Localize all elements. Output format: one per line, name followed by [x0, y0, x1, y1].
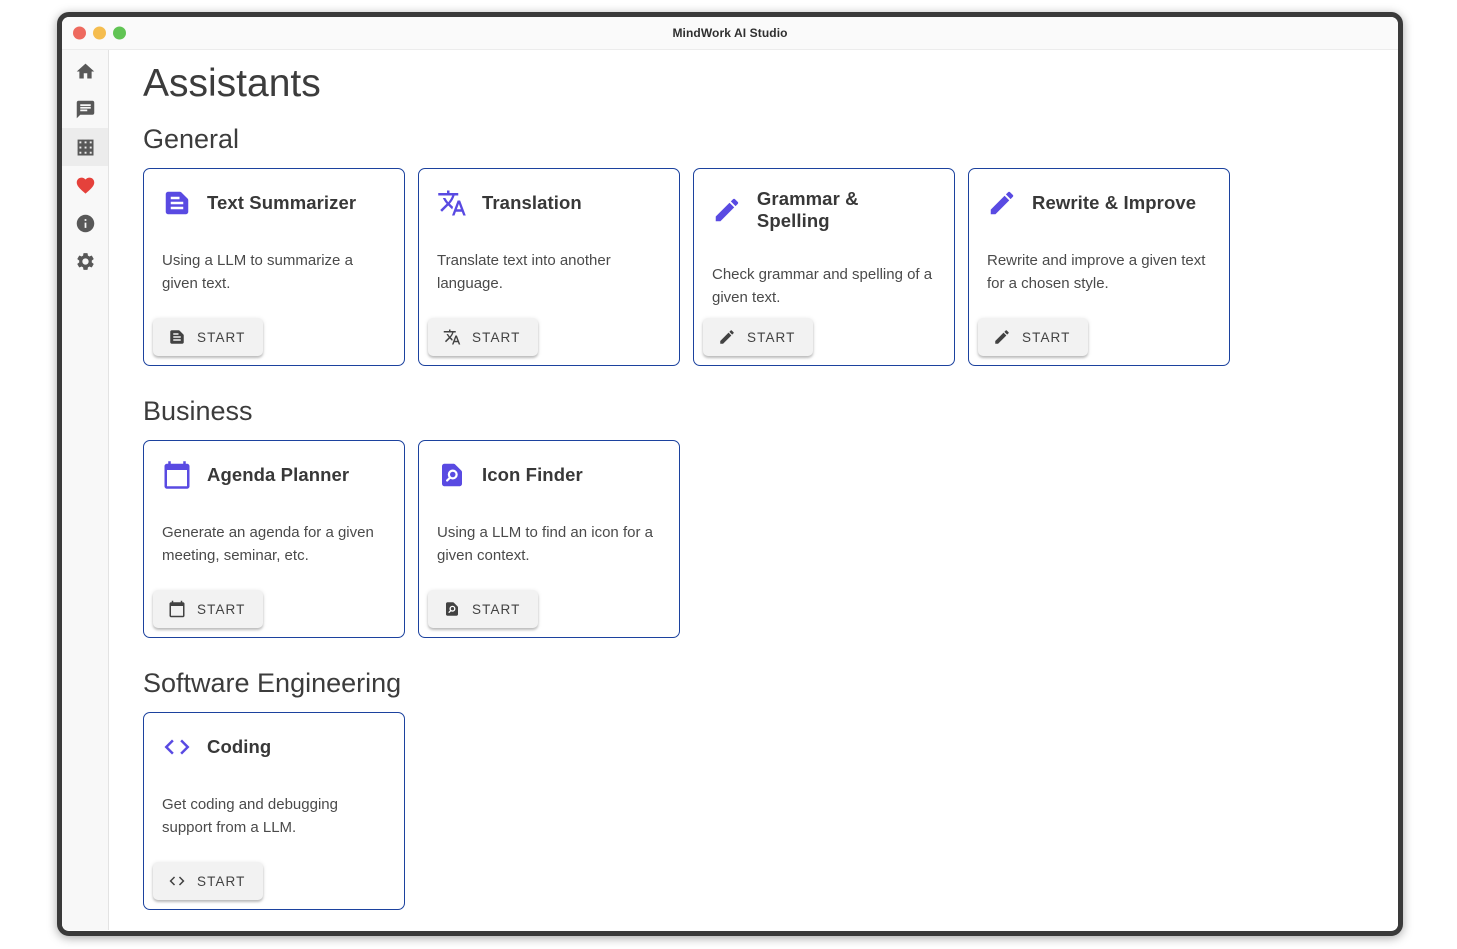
card-title: Icon Finder: [482, 464, 583, 486]
pencil-icon: [987, 188, 1017, 218]
traffic-light-zoom[interactable]: [113, 27, 126, 40]
start-button-label: START: [747, 330, 796, 345]
card-actions: START: [419, 582, 679, 637]
cards-row: Agenda Planner Generate an agenda for a g…: [143, 440, 1378, 638]
card-actions: START: [694, 310, 954, 365]
section-heading: Business: [143, 394, 1378, 428]
translate-icon: [437, 188, 467, 218]
assistant-card-icon-finder: Icon Finder Using a LLM to find an icon f…: [418, 440, 680, 638]
code-icon: [162, 732, 192, 762]
sections-container: General Text Summarizer Using a LLM to sum…: [143, 122, 1378, 910]
start-button-label: START: [197, 602, 246, 617]
heart-icon: [75, 175, 96, 196]
card-description: Rewrite and improve a given text for a c…: [969, 249, 1229, 295]
card-header: Coding: [144, 713, 404, 762]
assistant-card-text-summarizer: Text Summarizer Using a LLM to summarize …: [143, 168, 405, 366]
sidebar: [62, 50, 109, 930]
app-body: Assistants General Text Summarizer Using a…: [62, 50, 1398, 930]
gear-icon: [75, 251, 96, 272]
card-description: Using a LLM to summarize a given text.: [144, 249, 404, 295]
pencil-icon: [993, 328, 1011, 346]
card-title: Translation: [482, 192, 582, 214]
card-header: Rewrite & Improve: [969, 169, 1229, 218]
start-button-coding[interactable]: START: [153, 862, 263, 900]
start-button-grammar-spelling[interactable]: START: [703, 318, 813, 356]
chat-icon: [75, 99, 96, 120]
doc-search-icon: [437, 460, 467, 490]
card-title: Rewrite & Improve: [1032, 192, 1196, 214]
calendar-icon: [168, 600, 186, 618]
start-button-text-summarizer[interactable]: START: [153, 318, 263, 356]
start-button-label: START: [1022, 330, 1071, 345]
sidebar-item-settings[interactable]: [62, 242, 108, 280]
titlebar: MindWork AI Studio: [62, 17, 1398, 50]
traffic-light-close[interactable]: [73, 27, 86, 40]
assistant-card-grammar-spelling: Grammar & Spelling Check grammar and spel…: [693, 168, 955, 366]
card-title: Agenda Planner: [207, 464, 349, 486]
card-title: Text Summarizer: [207, 192, 356, 214]
card-actions: START: [144, 310, 404, 365]
assistant-card-translation: Translation Translate text into another l…: [418, 168, 680, 366]
apps-grid-icon: [75, 137, 96, 158]
main-content: Assistants General Text Summarizer Using a…: [109, 50, 1398, 930]
card-description: Translate text into another language.: [419, 249, 679, 295]
start-button-label: START: [197, 330, 246, 345]
card-title: Grammar & Spelling: [757, 188, 936, 232]
card-description: Get coding and debugging support from a …: [144, 793, 404, 839]
card-header: Icon Finder: [419, 441, 679, 490]
sidebar-item-chat[interactable]: [62, 90, 108, 128]
sidebar-item-assistants[interactable]: [62, 128, 108, 166]
start-button-label: START: [472, 330, 521, 345]
translate-icon: [443, 328, 461, 346]
card-description: Using a LLM to find an icon for a given …: [419, 521, 679, 567]
app-window: MindWork AI Studio Assistants General Tex…: [57, 12, 1403, 936]
card-actions: START: [969, 310, 1229, 365]
card-actions: START: [419, 310, 679, 365]
start-button-label: START: [472, 602, 521, 617]
page-title: Assistants: [143, 60, 1378, 108]
start-button-rewrite-improve[interactable]: START: [978, 318, 1088, 356]
card-header: Agenda Planner: [144, 441, 404, 490]
sidebar-item-about[interactable]: [62, 204, 108, 242]
window-title: MindWork AI Studio: [672, 26, 787, 40]
text-snippet-icon: [162, 188, 192, 218]
calendar-icon: [162, 460, 192, 490]
card-description: Generate an agenda for a given meeting, …: [144, 521, 404, 567]
code-icon: [168, 872, 186, 890]
sidebar-item-home[interactable]: [62, 52, 108, 90]
start-button-icon-finder[interactable]: START: [428, 590, 538, 628]
card-header: Translation: [419, 169, 679, 218]
assistant-card-coding: Coding Get coding and debugging support f…: [143, 712, 405, 910]
start-button-agenda-planner[interactable]: START: [153, 590, 263, 628]
text-snippet-icon: [168, 328, 186, 346]
assistant-card-agenda-planner: Agenda Planner Generate an agenda for a g…: [143, 440, 405, 638]
traffic-lights: [73, 27, 126, 40]
assistant-card-rewrite-improve: Rewrite & Improve Rewrite and improve a g…: [968, 168, 1230, 366]
pencil-icon: [712, 195, 742, 225]
traffic-light-minimize[interactable]: [93, 27, 106, 40]
section-heading: Software Engineering: [143, 666, 1378, 700]
card-header: Text Summarizer: [144, 169, 404, 218]
sidebar-item-supporters[interactable]: [62, 166, 108, 204]
card-title: Coding: [207, 736, 271, 758]
cards-row: Coding Get coding and debugging support f…: [143, 712, 1378, 910]
start-button-translation[interactable]: START: [428, 318, 538, 356]
doc-search-icon: [443, 600, 461, 618]
info-icon: [75, 213, 96, 234]
card-description: Check grammar and spelling of a given te…: [694, 263, 954, 309]
pencil-icon: [718, 328, 736, 346]
card-actions: START: [144, 582, 404, 637]
cards-row: Text Summarizer Using a LLM to summarize …: [143, 168, 1378, 366]
home-icon: [75, 61, 96, 82]
section-heading: General: [143, 122, 1378, 156]
start-button-label: START: [197, 874, 246, 889]
card-actions: START: [144, 854, 404, 909]
card-header: Grammar & Spelling: [694, 169, 954, 232]
